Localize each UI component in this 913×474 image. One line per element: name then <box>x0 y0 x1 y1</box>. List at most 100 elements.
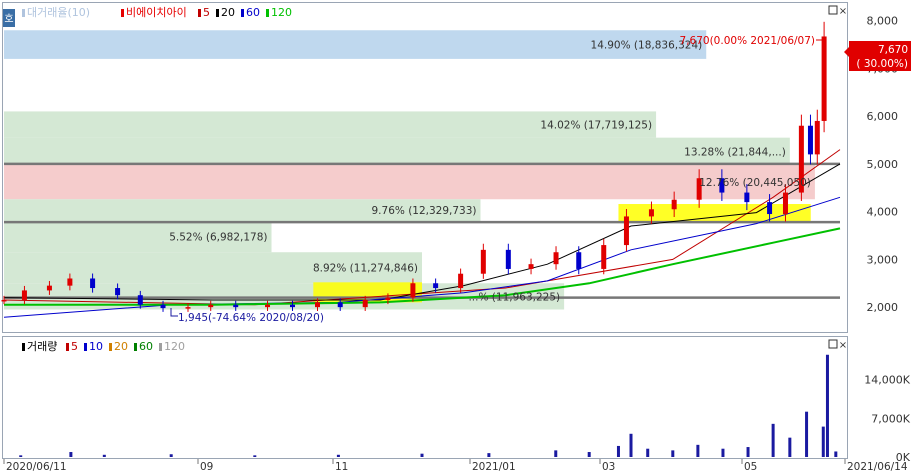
stock-chart: 14.90% (18,836,324)14.02% (17,719,125)13… <box>1 2 911 473</box>
date-label: 03 <box>602 461 615 473</box>
legend-label: 120 <box>271 6 292 19</box>
candle-body <box>160 304 166 309</box>
low-annotation: 1,945(-74.64% 2020/08/20) <box>178 312 324 324</box>
volume-bar <box>487 453 491 457</box>
volume-bar <box>821 426 825 457</box>
candle-body <box>767 202 773 215</box>
candle-body <box>290 304 296 308</box>
volume-bar <box>554 450 558 457</box>
date-label: 2021/01 <box>472 461 516 473</box>
volume-bar <box>696 444 700 457</box>
candle-body <box>208 304 214 308</box>
maximize-icon[interactable] <box>828 5 838 15</box>
volume-axis-ticks: 14,000K7,000K0K <box>864 374 910 464</box>
candle-body <box>814 120 820 155</box>
date-label: 09 <box>200 461 213 473</box>
candle-body <box>433 283 439 289</box>
candle-body <box>458 273 464 289</box>
candle-body <box>21 290 27 300</box>
candle-body <box>576 252 582 269</box>
candle-body <box>67 278 73 286</box>
volume-profile-label: 14.02% (17,719,125) <box>540 120 652 132</box>
price-tick-label: 4,000 <box>867 206 899 219</box>
volume-tick-label: 14,000K <box>864 374 910 387</box>
side-tab-label[interactable]: 호 <box>4 13 13 25</box>
legend-label: 5 <box>71 340 78 353</box>
candle-body <box>671 199 677 210</box>
volume-profile-band <box>4 137 790 165</box>
volume-bar <box>587 452 591 457</box>
legend-swatch <box>22 343 25 351</box>
volume-profile-label: 8.92% (11,274,846) <box>313 263 418 275</box>
legend-swatch <box>121 9 124 17</box>
volume-bar <box>336 454 340 457</box>
volume-bar <box>102 454 106 457</box>
legend-swatch <box>109 343 112 351</box>
current-price-change: ( 30.00%) <box>856 58 908 70</box>
price-legend: 대거래율(10) 비에이치아이 5 20 60 120 <box>22 6 292 19</box>
legend-swatch <box>134 343 137 351</box>
volume-bar <box>629 433 633 457</box>
candle-body <box>623 216 629 246</box>
volume-tick-label: 7,000K <box>871 412 910 425</box>
legend-swatch <box>198 9 201 17</box>
legend-label: 대거래율(10) <box>27 6 90 19</box>
legend-swatch <box>216 9 219 17</box>
candle-body <box>185 307 191 309</box>
volume-bar <box>834 451 838 457</box>
close-icon[interactable]: × <box>839 6 847 17</box>
candle-body <box>90 278 96 289</box>
candle-body <box>137 295 143 305</box>
candle-body <box>115 288 121 296</box>
volume-bar <box>721 448 725 457</box>
volume-profile-label: 9.76% (12,329,733) <box>372 205 477 217</box>
candle-body <box>410 283 416 298</box>
volume-bar <box>805 411 809 457</box>
legend-label: 10 <box>89 340 103 353</box>
candle-body <box>265 304 271 308</box>
current-price: 7,670 <box>878 44 908 56</box>
volume-bar <box>616 445 620 457</box>
candle-body <box>46 285 52 291</box>
candle-body <box>601 245 607 269</box>
candle-body <box>821 36 827 121</box>
candle-body <box>1 299 7 302</box>
legend-swatch <box>66 343 69 351</box>
candle-body <box>744 192 750 203</box>
candle-body <box>505 249 511 269</box>
date-label: 2021/06/14 <box>847 461 908 473</box>
volume-bar <box>253 455 257 457</box>
legend-swatch <box>241 9 244 17</box>
price-tick-label: 3,000 <box>867 253 899 266</box>
price-tick-label: 5,000 <box>867 158 899 171</box>
highlight-zone <box>618 204 811 223</box>
legend-label: 20 <box>114 340 128 353</box>
close-icon[interactable]: × <box>839 340 847 351</box>
candle-body <box>528 264 534 269</box>
legend-label: 거래량 <box>27 340 57 353</box>
price-tick-label: 8,000 <box>867 15 899 28</box>
volume-profile-band <box>4 164 815 200</box>
candle-body <box>807 125 813 155</box>
volume-bar <box>19 455 23 457</box>
price-tick-label: 6,000 <box>867 110 899 123</box>
candle-body <box>233 304 239 308</box>
price-tick-label: 2,000 <box>867 301 899 314</box>
legend-label: 20 <box>221 6 235 19</box>
volume-bar <box>671 450 675 457</box>
legend-label: 60 <box>246 6 260 19</box>
volume-bar <box>69 452 73 457</box>
legend-label: 120 <box>164 340 185 353</box>
volume-bar <box>746 447 750 457</box>
date-label: 2020/06/11 <box>6 461 67 473</box>
candle-body <box>385 297 391 300</box>
maximize-icon[interactable] <box>828 339 838 349</box>
legend-label: 비에이치아이 <box>126 6 187 19</box>
candle-body <box>553 252 559 265</box>
candle-body <box>315 302 320 308</box>
volume-bar <box>420 453 424 457</box>
high-annotation: 7,670(0.00% 2021/06/07) <box>680 35 815 47</box>
legend-label: 5 <box>203 6 210 19</box>
volume-bar <box>771 423 775 457</box>
volume-bar <box>646 448 650 457</box>
